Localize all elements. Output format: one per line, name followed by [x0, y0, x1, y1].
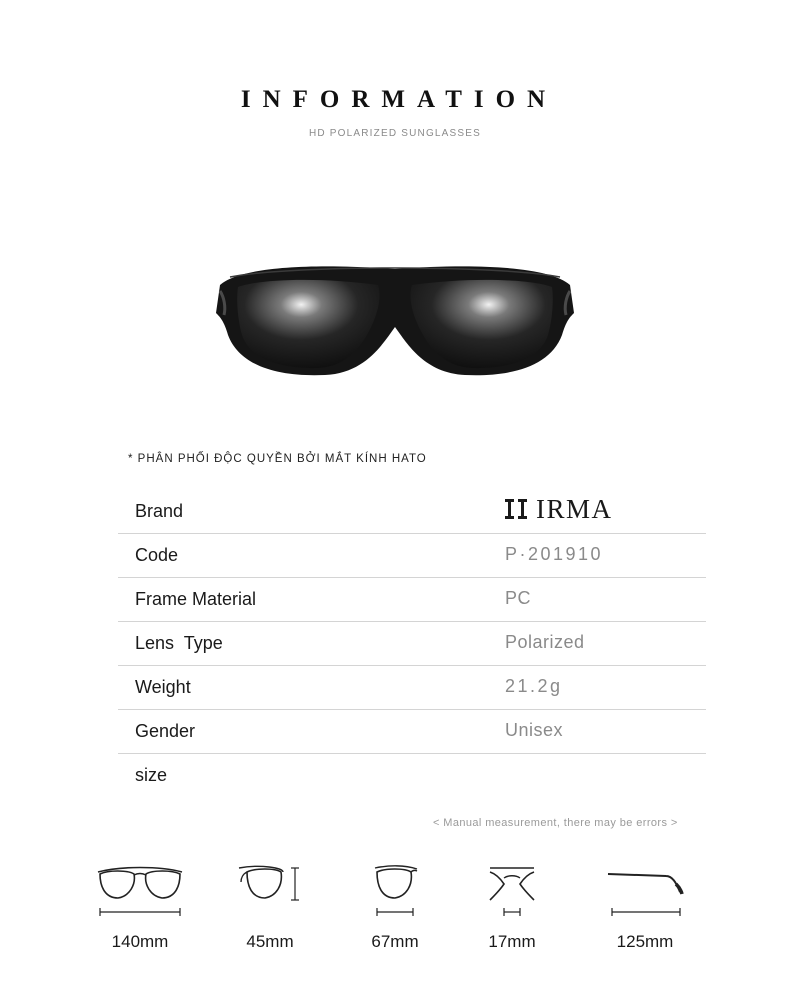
spec-table: Brand IRMA Code P·201910 Frame Material … [118, 490, 706, 797]
sunglasses-image [210, 255, 580, 385]
lens-height-icon [238, 865, 299, 901]
spec-row-size: size [118, 754, 706, 797]
spec-value-frame-material: PC [505, 588, 532, 608]
dimension-frame-width-label: 140mm [111, 932, 169, 951]
spec-value-lens-type: Polarized [505, 632, 585, 652]
dimension-temple: 125mm [600, 860, 690, 952]
spec-row-frame-material: Frame Material PC [118, 578, 706, 622]
page-title: INFORMATION [240, 86, 558, 113]
dimension-bridge-label: 17mm [488, 932, 536, 951]
page-subtitle: HD POLARIZED SUNGLASSES [308, 128, 482, 139]
measurement-note: < Manual measurement, there may be error… [433, 817, 678, 829]
spec-row-gender: Gender Unisex [118, 710, 706, 754]
spec-label-weight: Weight [135, 677, 191, 697]
spec-value-brand: IRMA [536, 493, 613, 524]
spec-label-lens-type: Lens Type [135, 633, 223, 653]
brand-logo: IRMA [504, 492, 613, 526]
dimension-lens-height: 45mm [225, 860, 315, 952]
spec-label-code: Code [135, 545, 179, 565]
bridge-icon [489, 867, 535, 916]
brand-mark-icon [505, 499, 527, 519]
spec-row-brand: Brand IRMA [118, 490, 706, 534]
dimension-lens-width: 67mm [355, 860, 435, 952]
spec-row-lens-type: Lens Type Polarized [118, 622, 706, 666]
dimension-frame-width: 140mm [90, 860, 190, 952]
spec-row-code: Code P·201910 [118, 534, 706, 578]
frame-width-icon [97, 866, 183, 916]
dimension-lens-width-label: 67mm [371, 932, 419, 951]
distribution-note: * PHÂN PHỐI ĐỘC QUYỀN BỞI MẮT KÍNH HATO [128, 453, 427, 465]
spec-label-brand: Brand [135, 501, 184, 521]
temple-icon [607, 873, 684, 916]
dimension-bridge: 17mm [472, 860, 552, 952]
dimension-temple-label: 125mm [616, 932, 674, 951]
lens-width-icon [374, 865, 418, 916]
spec-label-gender: Gender [135, 721, 196, 741]
dimension-diagrams: 140mm 45mm 67mm 17mm 125mm [0, 860, 790, 960]
spec-label-size: size [135, 765, 168, 785]
spec-value-gender: Unisex [505, 720, 564, 740]
spec-label-frame-material: Frame Material [135, 589, 257, 609]
dimension-lens-height-label: 45mm [246, 932, 294, 951]
spec-row-weight: Weight 21.2g [118, 666, 706, 710]
spec-value-weight: 21.2g [505, 676, 563, 696]
spec-value-code: P·201910 [505, 544, 604, 564]
